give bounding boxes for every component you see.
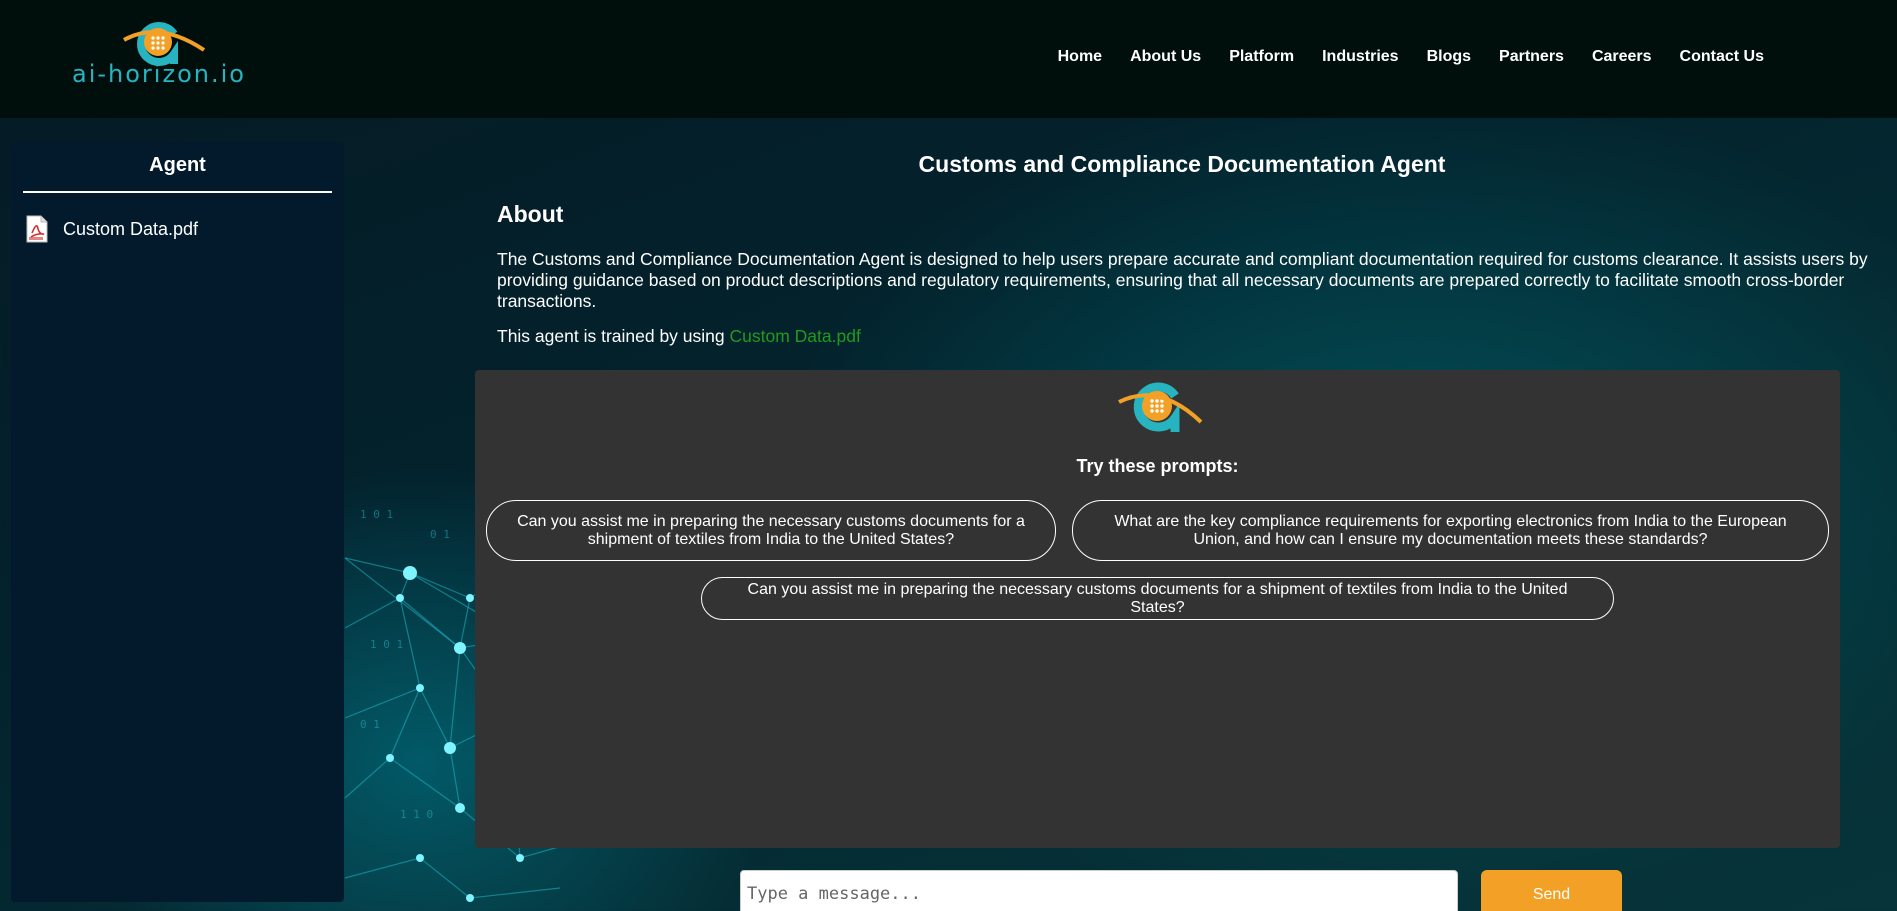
pdf-file-icon [26,215,48,243]
nav-platform[interactable]: Platform [1229,48,1294,66]
nav-contact-us[interactable]: Contact Us [1680,48,1764,66]
suggested-prompt-1[interactable]: Can you assist me in preparing the neces… [486,500,1056,561]
trained-by-line: This agent is trained by using Custom Da… [497,326,861,347]
nav-partners[interactable]: Partners [1499,48,1564,66]
logo-text[interactable]: ai-horizon.io [72,60,262,88]
top-navigation-bar: ai-horizon.io Home About Us Platform Ind… [0,0,1897,118]
suggested-prompt-3[interactable]: Can you assist me in preparing the neces… [701,577,1614,620]
nav-home[interactable]: Home [1058,48,1102,66]
send-button[interactable]: Send [1481,870,1622,911]
trained-file-link[interactable]: Custom Data.pdf [730,326,861,346]
nav-blogs[interactable]: Blogs [1427,48,1471,66]
about-heading: About [497,201,564,227]
chat-panel: Try these prompts: Can you assist me in … [475,370,1840,848]
agent-sidebar: Agent Custom Data.pdf [11,142,344,902]
svg-text:1 1 0: 1 1 0 [400,808,433,821]
trained-prefix: This agent is trained by using [497,326,730,346]
ai-horizon-logo-icon [1118,382,1203,432]
try-prompts-title: Try these prompts: [1076,456,1239,476]
svg-text:1 0 1: 1 0 1 [370,638,403,651]
nav-industries[interactable]: Industries [1322,48,1398,66]
main-nav: Home About Us Platform Industries Blogs … [1030,48,1764,66]
svg-text:0 1: 0 1 [430,528,450,541]
svg-text:0 1: 0 1 [360,718,380,731]
suggested-prompt-2[interactable]: What are the key compliance requirements… [1072,500,1829,561]
sidebar-title: Agent [23,154,332,193]
about-description: The Customs and Compliance Documentation… [497,249,1868,311]
sidebar-file-name: Custom Data.pdf [63,218,199,239]
sidebar-file-item[interactable]: Custom Data.pdf [25,215,344,243]
page-title: Customs and Compliance Documentation Age… [918,151,1446,177]
nav-careers[interactable]: Careers [1592,48,1652,66]
message-input[interactable] [740,870,1458,911]
nav-about-us[interactable]: About Us [1130,48,1201,66]
svg-text:1 0 1: 1 0 1 [360,508,393,521]
